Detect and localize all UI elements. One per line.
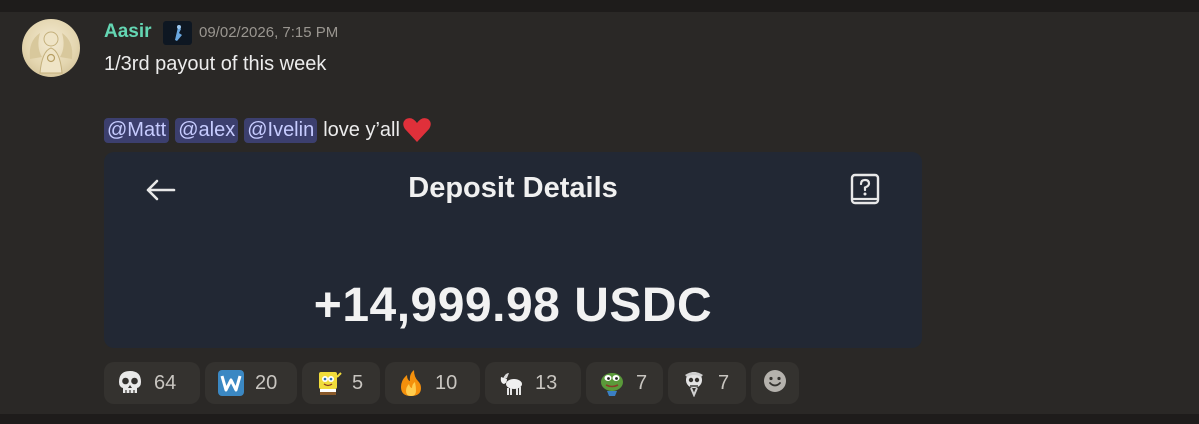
message-trailing-text: love y’all xyxy=(323,118,400,141)
help-book-icon xyxy=(849,173,881,207)
chat-message: Aasir 09/02/2026, 7:15 PM 1/3rd payout o… xyxy=(0,12,1199,414)
reaction-fire[interactable]: 10 xyxy=(385,362,480,404)
reaction-skull[interactable]: 64 xyxy=(104,362,200,404)
deposit-image-embed[interactable]: Deposit Details +14,999.98 USDC xyxy=(104,152,922,348)
bottom-divider xyxy=(0,414,1199,424)
fire-icon xyxy=(397,369,425,397)
skeleton-icon xyxy=(680,369,708,398)
reaction-goat[interactable]: 13 xyxy=(485,362,581,404)
reaction-count: 10 xyxy=(435,371,458,394)
heart-icon xyxy=(402,117,432,143)
user-avatar[interactable] xyxy=(22,19,80,77)
message-timestamp: 09/02/2026, 7:15 PM xyxy=(199,24,339,41)
top-divider xyxy=(0,0,1199,12)
w-letter-icon xyxy=(217,369,245,397)
reaction-count: 64 xyxy=(154,371,177,394)
pepe-icon xyxy=(598,369,626,397)
embed-title: Deposit Details xyxy=(408,172,618,204)
username[interactable]: Aasir xyxy=(104,21,152,43)
spongebob-icon xyxy=(314,369,342,397)
reaction-count: 13 xyxy=(535,371,558,394)
reaction-count: 20 xyxy=(255,371,278,394)
mention-alex[interactable]: @alex xyxy=(175,117,239,143)
reaction-count: 7 xyxy=(636,371,648,394)
reaction-pepe[interactable]: 7 xyxy=(586,362,663,404)
skull-icon xyxy=(116,369,144,397)
reaction-skeleton[interactable]: 7 xyxy=(668,362,746,404)
add-reaction-button[interactable] xyxy=(751,362,799,404)
message-text-line1: 1/3rd payout of this week xyxy=(104,53,327,75)
reaction-count: 5 xyxy=(352,371,364,394)
mention-matt[interactable]: @Matt xyxy=(104,117,170,143)
reactions-bar: 64 20 5 10 13 7 7 xyxy=(104,362,799,404)
user-badge-icon xyxy=(163,21,192,45)
deposit-amount: +14,999.98 USDC xyxy=(313,279,713,332)
mention-ivelin[interactable]: @Ivelin xyxy=(244,117,318,143)
reaction-count: 7 xyxy=(718,371,730,394)
reaction-w[interactable]: 20 xyxy=(205,362,297,404)
goat-icon xyxy=(497,369,525,397)
reaction-spongebob[interactable]: 5 xyxy=(302,362,380,404)
message-text-line2: @Matt @alex @Ivelin love y’all xyxy=(104,115,432,145)
smiley-add-icon xyxy=(762,368,788,399)
